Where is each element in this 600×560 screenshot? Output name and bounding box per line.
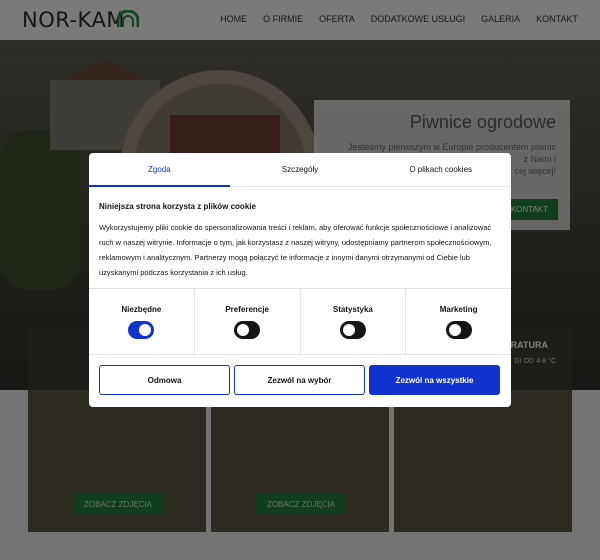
switch-knob [342, 324, 355, 336]
toggle-label: Preferencje [225, 305, 269, 314]
cookie-consent-dialog: Zgoda Szczegóły O plikach cookies Niniej… [89, 153, 511, 407]
switch-knob [237, 324, 250, 336]
statistics-switch[interactable] [339, 321, 366, 339]
cookie-tabs: Zgoda Szczegóły O plikach cookies [89, 153, 511, 187]
toggle-marketing: Marketing [406, 289, 511, 354]
switch-knob [139, 324, 152, 336]
allow-selection-button[interactable]: Zezwól na wybór [234, 365, 365, 395]
toggle-statistics: Statystyka [301, 289, 407, 354]
necessary-switch[interactable] [128, 321, 155, 339]
toggle-preferences: Preferencje [195, 289, 301, 354]
toggle-label: Statystyka [332, 305, 373, 314]
deny-button[interactable]: Odmowa [99, 365, 230, 395]
tab-details[interactable]: Szczegóły [230, 153, 371, 186]
toggle-label: Marketing [439, 305, 478, 314]
switch-knob [448, 324, 461, 336]
cookie-actions: Odmowa Zezwól na wybór Zezwól na wszystk… [89, 354, 511, 407]
tab-about-cookies[interactable]: O plikach cookies [370, 153, 511, 186]
preferences-switch[interactable] [234, 321, 261, 339]
toggle-label: Niezbędne [121, 305, 162, 314]
cookie-category-toggles: Niezbędne Preferencje Statystyka Marketi… [89, 288, 511, 354]
cookie-body: Niniejsza strona korzysta z plików cooki… [99, 202, 503, 280]
allow-all-button[interactable]: Zezwól na wszystkie [369, 365, 500, 395]
tab-consent[interactable]: Zgoda [89, 153, 230, 187]
toggle-necessary: Niezbędne [89, 289, 195, 354]
cookie-description: Wykorzystujemy pliki cookie do spersonal… [99, 223, 492, 277]
marketing-switch[interactable] [445, 321, 472, 339]
cookie-heading: Niniejsza strona korzysta z plików cooki… [99, 202, 256, 211]
